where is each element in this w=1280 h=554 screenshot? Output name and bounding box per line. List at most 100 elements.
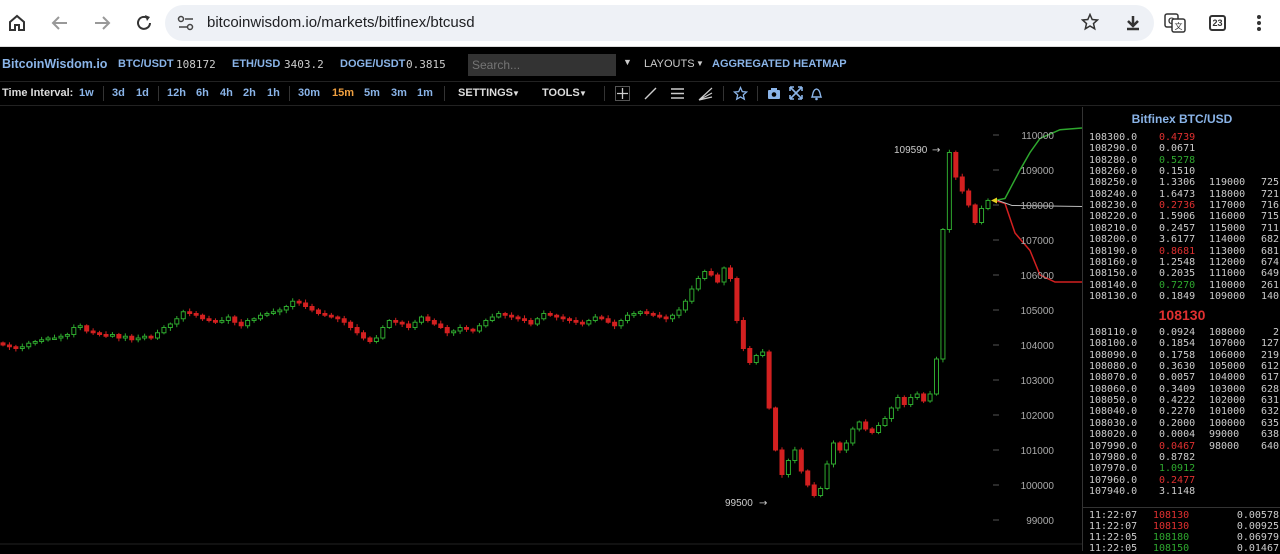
orderbook-amount: 0.1758 bbox=[1159, 349, 1196, 361]
market-search-input[interactable] bbox=[468, 54, 616, 76]
candle bbox=[489, 313, 495, 323]
orderbook-row[interactable]: 108240.0 1.6473 118000 721 bbox=[1083, 189, 1280, 200]
crosshair-icon[interactable] bbox=[615, 86, 630, 106]
bell-icon[interactable] bbox=[810, 86, 823, 106]
bookmark-star-icon[interactable] bbox=[1080, 12, 1100, 36]
orderbook-row[interactable]: 108050.0 0.4222 102000 631 bbox=[1083, 395, 1280, 406]
trade-row: 11:22:05 108180 0.06979 bbox=[1083, 532, 1280, 543]
interval-option[interactable]: 1d bbox=[136, 87, 149, 99]
orderbook-row[interactable]: 108080.0 0.3630 105000 612 bbox=[1083, 361, 1280, 372]
interval-option[interactable]: 3m bbox=[391, 87, 407, 99]
candle bbox=[483, 318, 489, 328]
orderbook-amount: 3.1148 bbox=[1159, 485, 1196, 497]
price-chart[interactable]: 110000 109000 108000 107000 106000 105000 1040… bbox=[0, 107, 1082, 551]
orderbook-row[interactable]: 108190.0 0.8681 113000 681 bbox=[1083, 246, 1280, 257]
orderbook-row[interactable]: 108070.0 0.0057 104000 617 bbox=[1083, 372, 1280, 383]
orderbook-row[interactable]: 107970.0 1.0912 bbox=[1083, 463, 1280, 474]
candle bbox=[393, 317, 399, 326]
chevron-down-icon: ▼ bbox=[696, 59, 704, 68]
orderbook-row[interactable]: 107960.0 0.2477 bbox=[1083, 475, 1280, 486]
search-dropdown-icon[interactable]: ▼ bbox=[623, 57, 632, 67]
interval-option[interactable]: 6h bbox=[196, 87, 209, 99]
orderbook-row[interactable]: 108210.0 0.2457 115000 711 bbox=[1083, 223, 1280, 234]
orderbook-row[interactable]: 108150.0 0.2035 111000 649 bbox=[1083, 268, 1280, 279]
orderbook-row[interactable]: 108130.0 0.1849 109000 140 bbox=[1083, 291, 1280, 302]
orderbook-row[interactable]: 108060.0 0.3409 103000 628 bbox=[1083, 384, 1280, 395]
orderbook-row[interactable]: 108250.0 1.3306 119000 725 bbox=[1083, 177, 1280, 188]
ticker-price: 108172 bbox=[176, 58, 216, 71]
candle bbox=[579, 319, 585, 327]
site-logo[interactable]: BitcoinWisdom.io bbox=[2, 57, 107, 71]
fullscreen-icon[interactable] bbox=[789, 86, 803, 105]
home-icon[interactable] bbox=[4, 10, 30, 36]
settings-menu[interactable]: SETTINGS bbox=[458, 87, 513, 99]
orderbook-price: 108280.0 bbox=[1089, 154, 1138, 166]
favorite-star-icon[interactable] bbox=[732, 85, 749, 106]
orderbook-price: 108100.0 bbox=[1089, 338, 1138, 350]
layouts-menu[interactable]: LAYOUTS bbox=[644, 58, 695, 70]
reload-icon[interactable] bbox=[131, 10, 157, 36]
orderbook-depth-price: 113000 bbox=[1209, 245, 1246, 257]
download-icon[interactable] bbox=[1120, 10, 1146, 36]
ticker-pair[interactable]: ETH/USD bbox=[232, 58, 280, 70]
orderbook-row[interactable]: 108100.0 0.1854 107000 127 bbox=[1083, 338, 1280, 349]
aggregated-heatmap-link[interactable]: AGGREGATED HEATMAP bbox=[712, 58, 847, 70]
interval-option[interactable]: 12h bbox=[167, 87, 186, 99]
orderbook-row[interactable]: 107990.0 0.0467 98000 640 bbox=[1083, 441, 1280, 452]
candle bbox=[444, 324, 450, 337]
interval-option[interactable]: 1w bbox=[79, 87, 94, 99]
orderbook-row[interactable]: 108290.0 0.0671 bbox=[1083, 143, 1280, 154]
candle bbox=[792, 446, 798, 464]
trendline-icon[interactable] bbox=[643, 86, 658, 106]
chevron-down-icon: ▼ bbox=[579, 89, 587, 98]
orderbook-row[interactable]: 108030.0 0.2000 100000 635 bbox=[1083, 418, 1280, 429]
more-menu-icon[interactable] bbox=[1246, 10, 1272, 36]
interval-option[interactable]: 30m bbox=[298, 87, 320, 99]
price-pointer-icon bbox=[991, 197, 997, 204]
interval-option[interactable]: 3d bbox=[112, 87, 125, 99]
candle bbox=[521, 315, 527, 324]
orderbook-row[interactable]: 108260.0 0.1510 bbox=[1083, 166, 1280, 177]
tab-switcher-button[interactable]: 23 bbox=[1209, 15, 1226, 31]
ticker-pair[interactable]: BTC/USDT bbox=[118, 58, 174, 70]
ticker-pair[interactable]: DOGE/USDT bbox=[340, 58, 405, 70]
orderbook-row[interactable]: 107980.0 0.8782 bbox=[1083, 452, 1280, 463]
interval-option[interactable]: 1m bbox=[417, 87, 433, 99]
interval-option[interactable]: 5m bbox=[364, 87, 380, 99]
orderbook-row[interactable]: 108300.0 0.4739 bbox=[1083, 132, 1280, 143]
orderbook-row[interactable]: 108220.0 1.5906 116000 715 bbox=[1083, 211, 1280, 222]
trade-price: 108180 bbox=[1153, 532, 1190, 543]
forward-icon[interactable] bbox=[89, 10, 115, 36]
horizontal-lines-icon[interactable] bbox=[670, 86, 685, 106]
orderbook-row[interactable]: 108090.0 0.1758 106000 219 bbox=[1083, 350, 1280, 361]
orderbook-depth-price: 101000 bbox=[1209, 406, 1246, 418]
orderbook-row[interactable]: 108230.0 0.2736 117000 716 bbox=[1083, 200, 1280, 211]
interval-option[interactable]: 2h bbox=[243, 87, 256, 99]
orderbook-row[interactable]: 108040.0 0.2270 101000 632 bbox=[1083, 406, 1280, 417]
interval-option[interactable]: 4h bbox=[220, 87, 233, 99]
y-axis-label: 109000 bbox=[1021, 166, 1055, 177]
orderbook-row[interactable]: 108110.0 0.0924 108000 2 bbox=[1083, 327, 1280, 338]
orderbook-row[interactable]: 108140.0 0.7270 110000 261 bbox=[1083, 280, 1280, 291]
camera-icon[interactable] bbox=[767, 87, 781, 105]
translate-icon[interactable]: G文 bbox=[1162, 10, 1188, 36]
orderbook-row[interactable]: 107940.0 3.1148 bbox=[1083, 486, 1280, 497]
orderbook-row[interactable]: 108200.0 3.6177 114000 682 bbox=[1083, 234, 1280, 245]
orderbook-depth-total: 649 bbox=[1260, 268, 1279, 280]
candle bbox=[612, 319, 618, 330]
fib-fan-icon[interactable] bbox=[698, 86, 713, 106]
orderbook-row[interactable]: 108020.0 0.0004 99000 638 bbox=[1083, 429, 1280, 440]
orderbook-row[interactable]: 108160.0 1.2548 112000 674 bbox=[1083, 257, 1280, 268]
tools-menu[interactable]: TOOLS bbox=[542, 87, 580, 99]
back-icon[interactable] bbox=[47, 10, 73, 36]
candle bbox=[348, 320, 354, 331]
trade-time: 11:22:05 bbox=[1089, 532, 1138, 543]
orderbook-price: 108110.0 bbox=[1089, 327, 1138, 338]
address-bar[interactable]: bitcoinwisdom.io/markets/bitfinex/btcusd bbox=[165, 5, 1154, 41]
interval-option[interactable]: 1h bbox=[267, 87, 280, 99]
site-settings-icon[interactable] bbox=[177, 15, 195, 36]
orderbook-row[interactable]: 108280.0 0.5278 bbox=[1083, 155, 1280, 166]
interval-option-active[interactable]: 15m bbox=[332, 87, 354, 99]
candle bbox=[380, 325, 386, 340]
candle bbox=[32, 339, 38, 346]
